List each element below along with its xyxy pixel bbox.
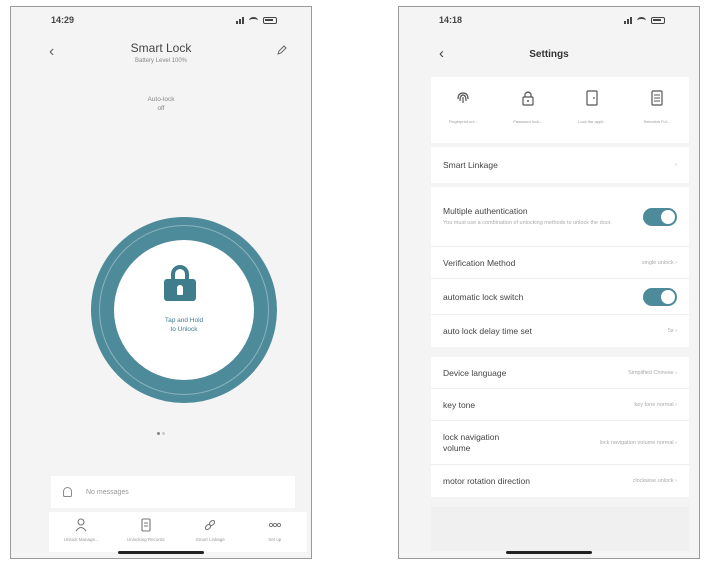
status-time: 14:18: [439, 15, 463, 25]
status-time: 14:29: [51, 15, 75, 25]
user-icon: [75, 518, 87, 532]
more-icon: [268, 522, 281, 528]
bell-icon: [63, 487, 72, 497]
padlock-icon: [164, 265, 196, 301]
records-icon: [141, 518, 151, 532]
battery-icon: [651, 16, 665, 24]
home-indicator: [506, 551, 592, 554]
tab-unlocking-records[interactable]: Unlocking Records: [114, 512, 179, 552]
auto-lock-toggle[interactable]: [643, 287, 677, 306]
tab-unlock-manage[interactable]: Unlock Manage...: [49, 512, 114, 552]
messages-bar[interactable]: No messages: [51, 476, 295, 508]
tab-set-up[interactable]: Set up: [243, 512, 308, 552]
battery-level: Battery Level 100%: [134, 58, 188, 64]
settings-group-device: Device language Simplified Chinese › key…: [431, 357, 689, 497]
signal-icon: [236, 16, 244, 24]
password-lock-icon: [522, 91, 534, 106]
messages-text: No messages: [86, 488, 129, 496]
pencil-icon: [277, 45, 287, 55]
feature-selection[interactable]: Selection Ful...: [628, 89, 686, 143]
fingerprint-icon: [457, 92, 469, 103]
row-auto-lock-switch: automatic lock switch: [431, 279, 689, 315]
page-title: Settings: [529, 49, 569, 60]
settings-screen: 14:18 ‹ Settings Fingerprint unl... Pass…: [398, 6, 700, 559]
row-motor-direction[interactable]: motor rotation direction clockwise unloc…: [431, 465, 689, 497]
row-lock-navigation-volume[interactable]: lock navigation volume lock navigation v…: [431, 421, 689, 465]
feature-fingerprint[interactable]: Fingerprint unl...: [434, 89, 492, 143]
row-key-tone[interactable]: key tone key tone normal ›: [431, 389, 689, 421]
page-title: Smart Lock: [130, 41, 192, 55]
empty-area: [431, 507, 689, 551]
feature-shortcuts: Fingerprint unl... Password lock... Lock…: [431, 77, 689, 143]
bottom-tab-bar: Unlock Manage... Unlocking Records Smart…: [49, 512, 307, 552]
status-bar: 14:29: [11, 7, 311, 33]
chevron-right-icon: ›: [675, 401, 677, 408]
wifi-icon: [637, 16, 646, 24]
signal-icon: [624, 16, 632, 24]
home-indicator: [118, 551, 204, 554]
chevron-right-icon: ›: [675, 328, 677, 334]
chevron-right-icon: ›: [675, 259, 677, 266]
feature-lock-app[interactable]: Lock the appli...: [563, 89, 621, 143]
row-verification-method[interactable]: Verification Method single unlock ›: [431, 247, 689, 279]
battery-icon: [263, 16, 277, 24]
multiple-auth-toggle[interactable]: [643, 207, 677, 226]
door-icon: [586, 90, 598, 106]
feature-password-lock[interactable]: Password lock...: [499, 89, 557, 143]
edit-button[interactable]: [277, 43, 287, 58]
row-multiple-auth: Multiple authentication You must use a c…: [431, 187, 689, 247]
unlock-button[interactable]: [114, 240, 254, 380]
settings-group-auth: Multiple authentication You must use a c…: [431, 187, 689, 347]
row-auto-lock-delay[interactable]: auto lock delay time set 5s ›: [431, 315, 689, 347]
auto-lock-label: Auto-lock: [147, 96, 175, 103]
chevron-right-icon: ›: [675, 478, 677, 484]
chevron-right-icon: ›: [675, 369, 677, 376]
chevron-right-icon: ›: [675, 439, 677, 446]
tab-smart-linkage[interactable]: Smart Linkage: [178, 512, 243, 552]
auto-lock-value: off: [157, 105, 165, 112]
row-device-language[interactable]: Device language Simplified Chinese ›: [431, 357, 689, 389]
page-indicator: [11, 422, 311, 440]
wifi-icon: [249, 16, 258, 24]
unlock-instruction: Tap and Hold to Unlock: [164, 317, 204, 333]
smart-lock-screen: 14:29 ‹ Smart Lock Battery Level 100% Au…: [10, 6, 312, 559]
chevron-right-icon: ›: [675, 162, 677, 168]
status-bar: 14:18: [399, 7, 699, 33]
settings-group-linkage: Smart Linkage ›: [431, 147, 689, 183]
auto-lock-status: Auto-lock off: [11, 95, 311, 113]
row-smart-linkage[interactable]: Smart Linkage ›: [431, 147, 689, 183]
link-icon: [205, 519, 216, 531]
document-icon: [651, 90, 663, 106]
